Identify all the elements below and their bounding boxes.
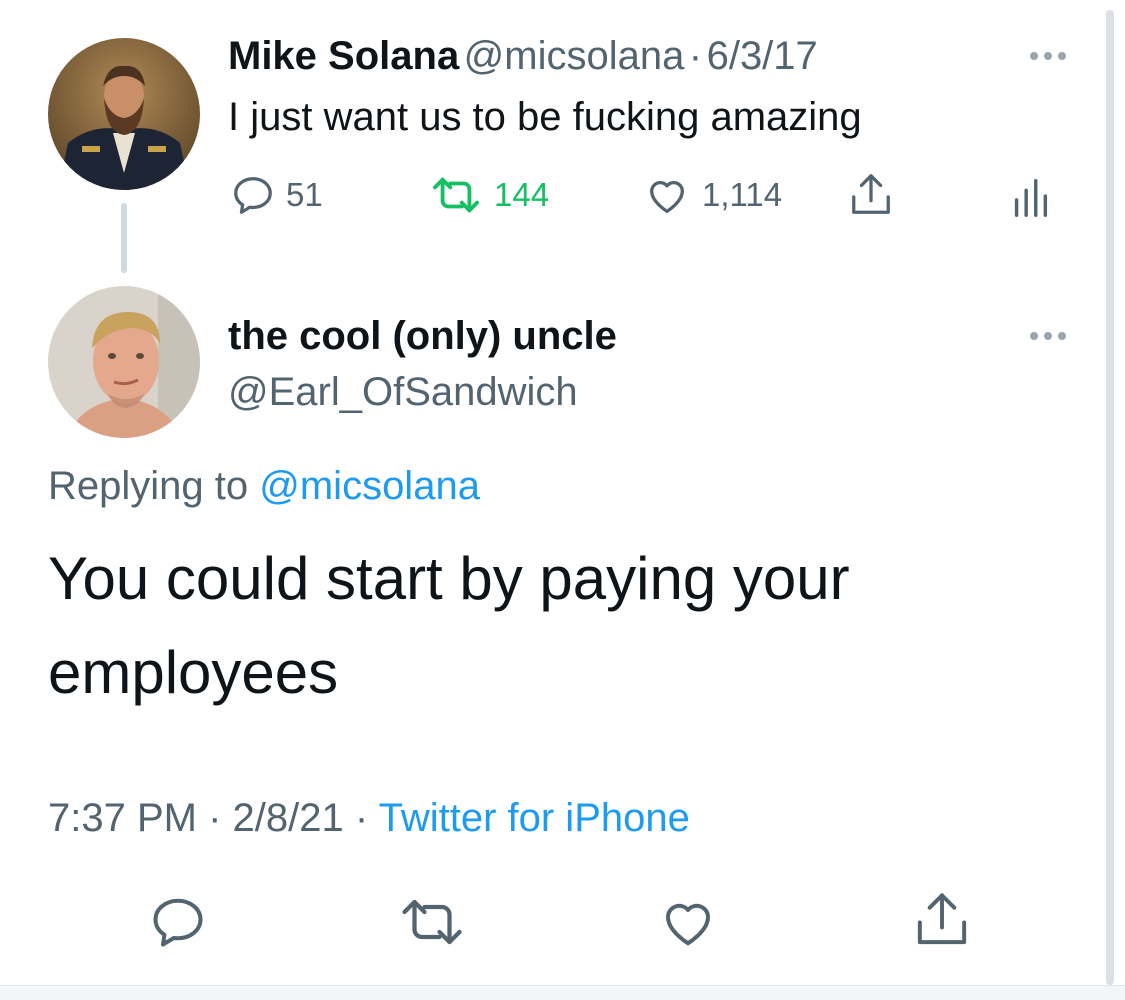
analytics-icon: [1014, 179, 1048, 217]
like-count: 1,114: [702, 176, 783, 213]
reply-count: 51: [286, 176, 323, 213]
retweet-count: 144: [494, 176, 550, 213]
replying-handle-link[interactable]: @micsolana: [259, 464, 480, 508]
scrollbar[interactable]: [1106, 10, 1114, 985]
reply-author-name[interactable]: the cool (only) uncle: [228, 314, 617, 359]
reply-action[interactable]: 51: [230, 172, 323, 218]
reply-text-line-2: employees: [48, 639, 339, 706]
like-icon: [650, 180, 684, 213]
retweet-button[interactable]: [394, 892, 470, 957]
more-icon[interactable]: [1030, 332, 1066, 340]
tweet-date[interactable]: 6/3/17: [707, 34, 818, 78]
share-button[interactable]: [910, 888, 974, 957]
parent-tweet-text: I just want us to be fucking amazing: [228, 95, 862, 139]
replying-prefix: Replying to: [48, 464, 249, 508]
analytics-action[interactable]: [1010, 175, 1050, 221]
avatar-mike-solana[interactable]: [48, 38, 200, 190]
share-icon: [917, 893, 967, 945]
retweet-action[interactable]: 144: [428, 172, 549, 218]
tweet-timestamp: 7:37 PM · 2/8/21 · Twitter for iPhone: [48, 796, 690, 841]
thread-connector: [121, 203, 127, 273]
bottom-edge: [0, 985, 1125, 1000]
reply-icon: [234, 177, 272, 214]
more-icon[interactable]: [1030, 52, 1066, 60]
tweet-time: 7:37 PM: [48, 796, 197, 840]
parent-tweet-header: Mike Solana @micsolana · 6/3/17: [228, 34, 818, 79]
retweet-icon: [402, 899, 462, 945]
like-action[interactable]: 1,114: [642, 172, 782, 218]
reply-author-handle[interactable]: @Earl_OfSandwich: [228, 370, 578, 415]
tweet-source-link[interactable]: Twitter for iPhone: [379, 796, 690, 840]
author-name[interactable]: Mike Solana: [228, 34, 459, 78]
separator: ·: [354, 796, 369, 840]
separator: ·: [688, 34, 703, 78]
reply-text-line-1: You could start by paying your: [48, 545, 850, 612]
share-action[interactable]: [848, 170, 894, 220]
reply-button[interactable]: [146, 892, 210, 957]
share-icon: [852, 174, 890, 214]
reply-icon: [153, 898, 203, 947]
author-handle[interactable]: @micsolana: [464, 34, 685, 78]
tweet-date: 2/8/21: [232, 796, 344, 840]
like-button[interactable]: [656, 892, 720, 957]
replying-to: Replying to @micsolana: [48, 464, 480, 509]
avatar-earl-ofsandwich[interactable]: [48, 286, 200, 438]
retweet-icon: [433, 177, 480, 213]
like-icon: [666, 903, 710, 946]
separator: ·: [208, 796, 222, 840]
reply-tweet-text: You could start by paying your employees: [48, 532, 1088, 720]
